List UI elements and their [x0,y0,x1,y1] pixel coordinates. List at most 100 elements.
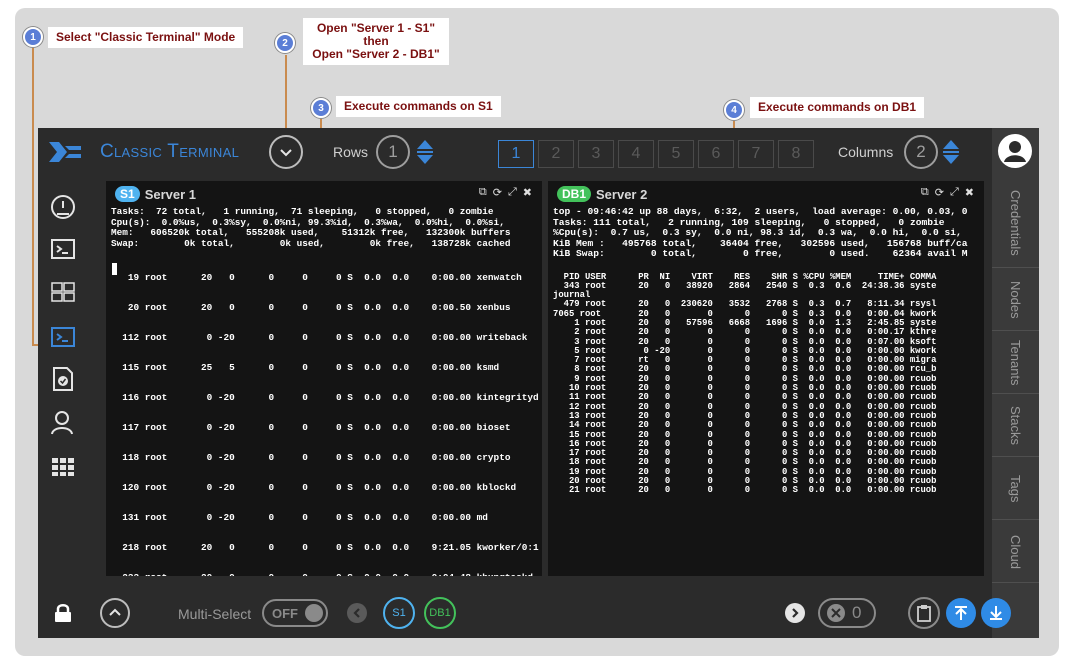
next-server-button[interactable] [785,603,805,623]
tab-tenants-label: Tenants [1008,339,1023,386]
page-button-3[interactable]: 3 [578,140,614,168]
process-row: 116 root 0 -20 0 0 0 S 0.0 0.0 0:00.00 k… [111,392,539,403]
pane-db1-tools: ⧉ ⟳ ⤢ ✖ [921,186,974,199]
app-logo-icon [49,142,81,162]
process-row: 115 root 25 5 0 0 0 S 0.0 0.0 0:00.00 ks… [111,362,500,373]
right-sidebar: Credentials Nodes Tenants Stacks Tags Cl… [992,128,1039,638]
download-arrow-icon [990,606,1002,620]
pane-s1-title: Server 1 [144,186,197,202]
left-sidebar [38,176,88,588]
copy-icon[interactable]: ⧉ [921,186,929,199]
process-row: 19 root 20 0 0 0 0 S 0.0 0.0 0:00.00 xen… [111,272,522,283]
apps-grid-icon[interactable] [50,454,76,480]
tab-tags[interactable]: Tags [992,458,1039,520]
process-row: 218 root 20 0 0 0 0 S 0.0 0.0 9:21.05 kw… [111,542,539,553]
toggle-state-label: OFF [272,605,298,621]
file-check-icon[interactable] [50,366,76,392]
bottom-toolbar: Multi-Select OFF S1 DB1 0 [88,588,1011,638]
download-button[interactable] [981,598,1011,628]
callout-4-badge: 4 [724,100,744,120]
chevron-left-icon [353,608,360,618]
clipboard-button[interactable] [908,597,940,629]
multi-terminal-grid-icon[interactable] [50,279,76,305]
close-icon[interactable]: ✖ [523,186,532,199]
process-row: 233 root 20 0 0 0 0 S 0.0 0.0 0:04.48 kh… [111,563,542,576]
tab-cloud[interactable]: Cloud [992,521,1039,583]
callout-4-label: Execute commands on DB1 [750,97,925,118]
page-button-7[interactable]: 7 [738,140,774,168]
expand-icon[interactable]: ⤢ [508,186,517,199]
tab-credentials-label: Credentials [1008,189,1023,256]
terminal-window-icon[interactable] [50,236,76,262]
callout-2-leader [285,55,287,135]
terminal-app: Classic Terminal Rows 1 1 2 3 4 5 6 7 8 … [38,128,1039,638]
callout-2-line3: Open "Server 2 - DB1" [312,47,440,61]
columns-label: Columns [838,144,894,160]
pane-s1-header: S1 Server 1 ⧉ ⟳ ⤢ ✖ [106,181,542,207]
close-icon[interactable]: ✖ [965,186,974,199]
upload-arrow-icon [955,606,967,620]
process-row: 131 root 0 -20 0 0 0 S 0.0 0.0 0:00.00 m… [111,512,488,523]
page-button-1[interactable]: 1 [498,140,534,168]
page-button-6[interactable]: 6 [698,140,734,168]
rows-label: Rows [333,144,369,160]
page-button-4[interactable]: 4 [618,140,654,168]
refresh-icon[interactable]: ⟳ [935,186,944,199]
tab-stacks[interactable]: Stacks [992,395,1039,457]
server-s1-button[interactable]: S1 [383,597,415,629]
server-tag-db1: DB1 [557,186,592,202]
collapse-toggle-button[interactable] [269,135,303,169]
callout-2-badge: 2 [275,33,295,53]
expand-icon[interactable]: ⤢ [950,186,959,199]
chevron-right-icon [792,608,799,618]
tab-tags-label: Tags [1008,474,1023,503]
terminal-pane-s1[interactable]: S1 Server 1 ⧉ ⟳ ⤢ ✖ Tasks: 72 total, 1 r… [106,181,542,576]
selected-count: 0 [852,603,862,622]
page-button-8[interactable]: 8 [778,140,814,168]
pane-db1-process-table: PID USER PR NI VIRT RES SHR S %CPU %MEM … [548,272,984,496]
user-icon[interactable] [50,410,76,436]
table-row: 21 root 20 0 0 0 0 S 0.0 0.0 0:00.00 rcu… [553,485,937,496]
terminal-pane-db1[interactable]: DB1 Server 2 ⧉ ⟳ ⤢ ✖ top - 09:46:42 up 8… [548,181,984,576]
lock-icon[interactable] [54,603,72,623]
process-row: 112 root 0 -20 0 0 0 S 0.0 0.0 0:00.00 w… [111,332,528,343]
callout-1-label: Select "Classic Terminal" Mode [48,27,244,48]
tab-credentials[interactable]: Credentials [992,178,1039,268]
pane-db1-summary: top - 09:46:42 up 88 days, 6:32, 2 users… [548,206,984,260]
page-button-5[interactable]: 5 [658,140,694,168]
process-row: 118 root 0 -20 0 0 0 S 0.0 0.0 0:00.00 c… [111,452,511,463]
classic-terminal-icon[interactable] [50,324,76,350]
process-row: 20 root 20 0 0 0 0 S 0.0 0.0 0:00.50 xen… [111,302,511,313]
server-db1-button[interactable]: DB1 [424,597,456,629]
profile-avatar[interactable] [998,134,1032,168]
refresh-icon[interactable]: ⟳ [493,186,502,199]
multi-select-toggle[interactable]: OFF [262,599,328,627]
expand-up-button[interactable] [100,598,130,628]
table-row: 343 root 20 0 38920 2864 2540 S 0.3 0.6 … [553,280,937,291]
prev-server-button[interactable] [347,603,367,623]
tab-tenants[interactable]: Tenants [992,332,1039,394]
dashboard-gauge-icon[interactable] [50,194,76,220]
page-title: Classic Terminal [100,141,240,162]
upload-button[interactable] [946,598,976,628]
page-button-2[interactable]: 2 [538,140,574,168]
server-tag-s1: S1 [115,186,140,202]
columns-stepper[interactable] [942,137,960,167]
pane-s1-process-list: 19 root 20 0 0 0 0 S 0.0 0.0 0:00.00 xen… [106,263,542,576]
clear-selection-control[interactable]: 0 [818,598,876,628]
tab-nodes[interactable]: Nodes [992,269,1039,331]
callout-3-badge: 3 [311,98,331,118]
tab-stacks-label: Stacks [1008,405,1023,445]
lock-area [38,588,88,638]
process-row: 120 root 0 -20 0 0 0 S 0.0 0.0 0:00.00 k… [111,482,517,493]
pane-s1-summary: Tasks: 72 total, 1 running, 71 sleeping,… [106,206,542,249]
pane-db1-title: Server 2 [596,186,648,202]
pane-s1-tools: ⧉ ⟳ ⤢ ✖ [479,186,532,199]
multi-select-label: Multi-Select [178,606,252,622]
copy-icon[interactable]: ⧉ [479,186,487,199]
process-row: 117 root 0 -20 0 0 0 S 0.0 0.0 0:00.00 b… [111,422,511,433]
summary-line: top - 09:46:42 up 88 days, 6:32, 2 users… [553,206,968,217]
columns-value: 2 [904,135,938,169]
tab-cloud-label: Cloud [1008,534,1023,569]
rows-stepper[interactable] [416,137,434,167]
